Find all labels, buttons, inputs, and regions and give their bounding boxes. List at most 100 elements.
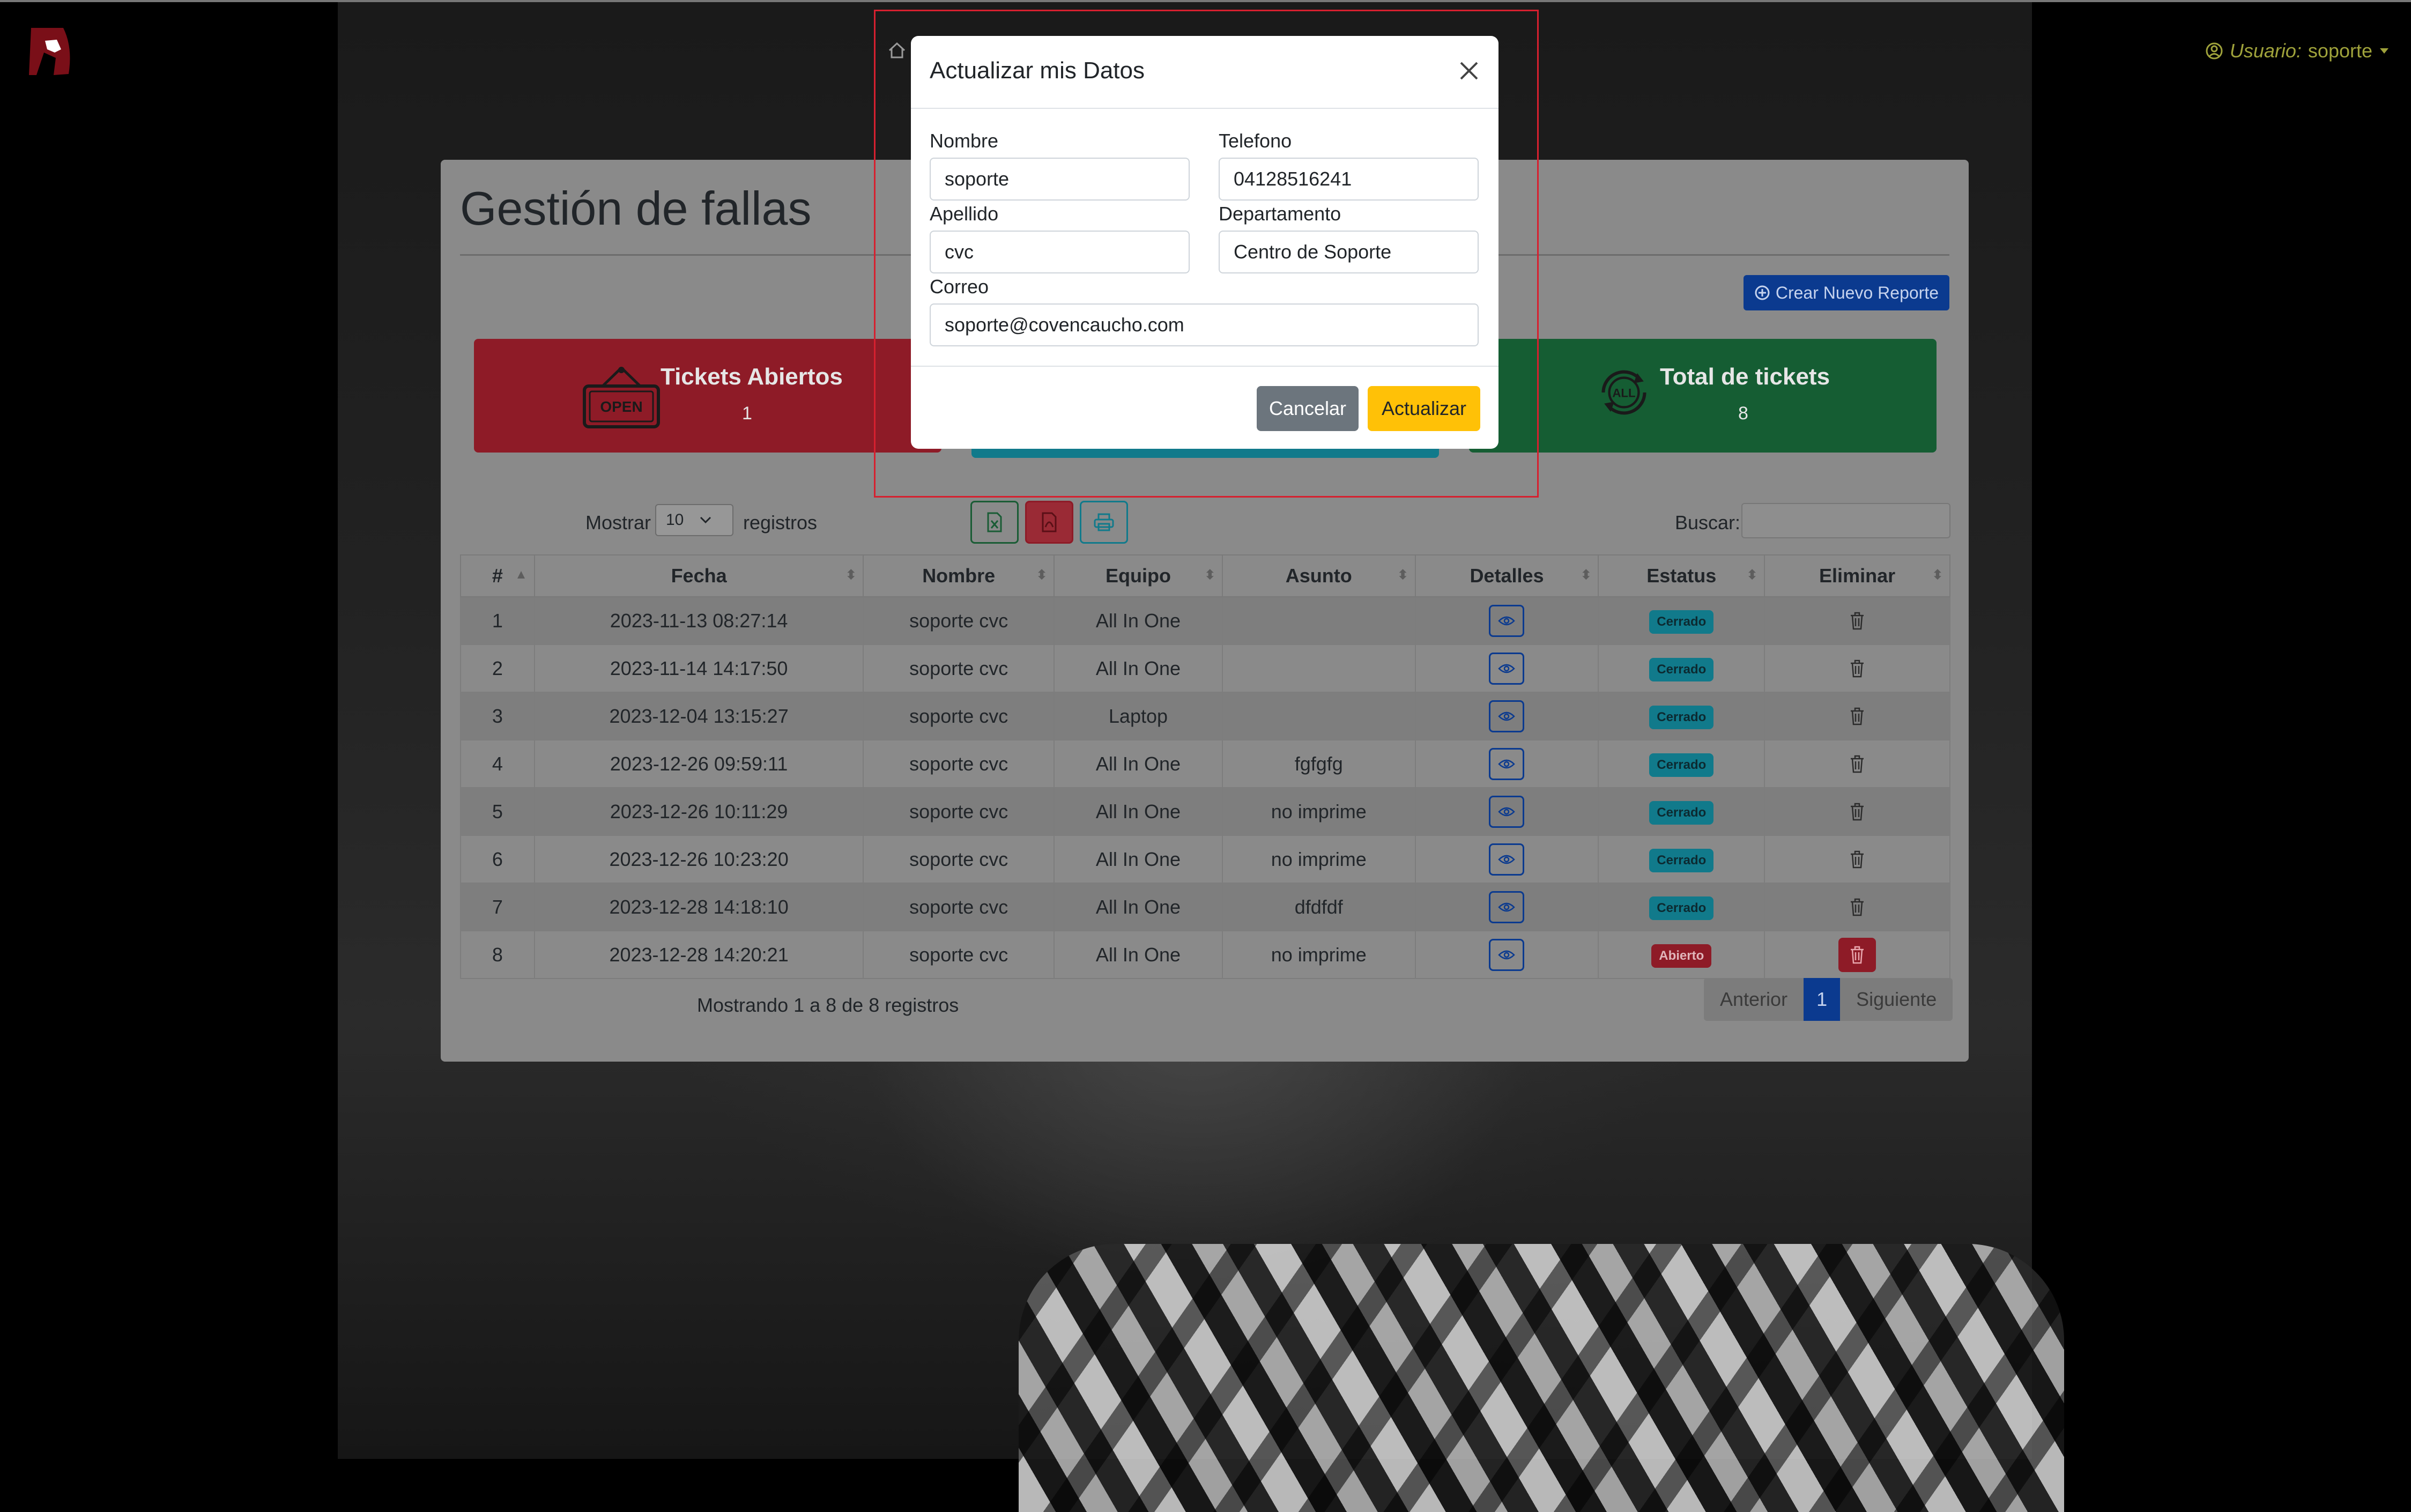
cell-equipo: All In One [1054, 883, 1223, 931]
cell-eliminar [1764, 644, 1950, 693]
nombre-field[interactable]: soporte [930, 158, 1190, 201]
search-input[interactable] [1741, 503, 1950, 538]
cell-nombre: soporte cvc [863, 596, 1055, 645]
view-details-button[interactable] [1489, 891, 1525, 923]
col-header-fecha[interactable]: Fecha ⬍ [533, 554, 864, 597]
cell-fecha: 2023-11-14 14:17:50 [533, 644, 864, 693]
all-icon-text: ALL [1612, 387, 1635, 400]
delete-button[interactable] [1838, 937, 1876, 972]
user-circle-icon [2206, 42, 2223, 60]
departamento-field[interactable]: Centro de Soporte [1219, 231, 1479, 273]
cell-asunto: no imprime [1221, 930, 1416, 979]
trash-icon [1851, 612, 1864, 629]
delete-button[interactable] [1838, 842, 1876, 877]
pagination: Anterior 1 Siguiente [1704, 978, 1953, 1021]
col-header-number[interactable]: # ▲ [460, 554, 535, 597]
view-details-button[interactable] [1489, 700, 1525, 732]
delete-button[interactable] [1838, 890, 1876, 924]
eye-icon [1498, 616, 1516, 625]
cell-detalles [1414, 692, 1599, 740]
col-header-equipo[interactable]: Equipo ⬍ [1054, 554, 1223, 597]
cell-estatus: Cerrado [1598, 596, 1765, 645]
pagination-page-1[interactable]: 1 [1804, 978, 1841, 1021]
delete-button[interactable] [1838, 795, 1876, 829]
background-tire [1019, 1244, 2064, 1512]
modal-title: Actualizar mis Datos [930, 57, 1145, 84]
view-details-button[interactable] [1489, 843, 1525, 876]
cell-fecha: 2023-12-26 09:59:11 [533, 739, 864, 788]
delete-button[interactable] [1838, 699, 1876, 733]
records-label: registros [743, 512, 818, 533]
apellido-field[interactable]: cvc [930, 231, 1190, 273]
table-header-row: # ▲ Fecha ⬍ Nombre ⬍ Equipo ⬍ Asunto ⬍ Detall… [460, 554, 1950, 597]
delete-button[interactable] [1838, 747, 1876, 781]
export-pdf-button[interactable] [1025, 501, 1073, 544]
delete-button[interactable] [1838, 651, 1876, 686]
cell-number: 6 [460, 835, 535, 884]
modal-header: Actualizar mis Datos [911, 36, 1498, 109]
col-header-asunto[interactable]: Asunto ⬍ [1221, 554, 1416, 597]
eye-icon [1498, 711, 1516, 721]
view-details-button[interactable] [1489, 938, 1525, 971]
sort-icon: ⬍ [1581, 568, 1592, 582]
table-row: 7 2023-12-28 14:18:10 soporte cvc All In On… [460, 883, 1950, 931]
trash-icon [1851, 898, 1864, 916]
pagination-prev[interactable]: Anterior [1704, 978, 1804, 1021]
eye-icon [1498, 902, 1516, 911]
excel-icon [987, 512, 1002, 532]
cell-asunto [1221, 692, 1416, 740]
cell-nombre: soporte cvc [863, 883, 1055, 931]
trash-icon [1851, 850, 1864, 868]
table-row: 5 2023-12-26 10:11:29 soporte cvc All In On… [460, 787, 1950, 836]
cell-equipo: All In One [1054, 739, 1223, 788]
cell-eliminar [1764, 835, 1950, 884]
view-details-button[interactable] [1489, 747, 1525, 780]
table-row: 8 2023-12-28 14:20:21 soporte cvc All In On… [460, 930, 1950, 979]
cell-fecha: 2023-12-28 14:18:10 [533, 883, 864, 931]
user-menu[interactable]: Usuario: soporte [2205, 40, 2390, 62]
pagination-next[interactable]: Siguiente [1840, 978, 1953, 1021]
print-button[interactable] [1080, 501, 1128, 544]
sort-asc-icon: ▲ [515, 567, 528, 582]
logo[interactable] [26, 26, 74, 77]
page-length-value: 10 [666, 511, 684, 529]
col-header-detalles[interactable]: Detalles ⬍ [1414, 554, 1599, 597]
create-report-button[interactable]: Crear Nuevo Reporte [1743, 275, 1949, 310]
total-tickets-count: 8 [1738, 403, 1748, 424]
open-sign-icon: OPEN [583, 367, 660, 428]
telefono-field[interactable]: 04128516241 [1219, 158, 1479, 201]
close-icon[interactable] [1456, 57, 1482, 84]
plus-circle-icon [1755, 285, 1770, 300]
top-border [0, 0, 2411, 2]
correo-field[interactable]: soporte@covencaucho.com [930, 303, 1479, 346]
eye-icon [1498, 759, 1516, 768]
col-header-estatus[interactable]: Estatus ⬍ [1598, 554, 1765, 597]
cell-eliminar [1764, 596, 1950, 645]
cell-estatus: Cerrado [1598, 692, 1765, 740]
cell-asunto: no imprime [1221, 835, 1416, 884]
correo-label: Correo [930, 276, 989, 298]
view-details-button[interactable] [1489, 795, 1525, 828]
delete-button[interactable] [1838, 604, 1876, 638]
departamento-label: Departamento [1219, 203, 1341, 225]
view-details-button[interactable] [1489, 652, 1525, 685]
cell-nombre: soporte cvc [863, 739, 1055, 788]
update-button[interactable]: Actualizar [1368, 386, 1480, 431]
table-row: 4 2023-12-26 09:59:11 soporte cvc All In On… [460, 739, 1950, 788]
cell-estatus: Abierto [1598, 930, 1765, 979]
page-length-select[interactable]: 10 [655, 504, 733, 536]
status-badge: Abierto [1651, 944, 1712, 968]
cell-eliminar [1764, 692, 1950, 740]
print-icon [1094, 513, 1114, 531]
eye-icon [1498, 664, 1516, 673]
status-badge: Cerrado [1649, 705, 1714, 729]
user-prefix: Usuario: [2229, 40, 2302, 62]
export-excel-button[interactable] [970, 501, 1019, 544]
cancel-button[interactable]: Cancelar [1257, 386, 1359, 431]
view-details-button[interactable] [1489, 604, 1525, 637]
col-header-nombre[interactable]: Nombre ⬍ [863, 554, 1055, 597]
col-header-eliminar[interactable]: Eliminar ⬍ [1764, 554, 1950, 597]
page-title: Gestión de fallas [460, 182, 812, 235]
modal-footer: Cancelar Actualizar [911, 366, 1498, 449]
sort-icon: ⬍ [1747, 568, 1758, 582]
